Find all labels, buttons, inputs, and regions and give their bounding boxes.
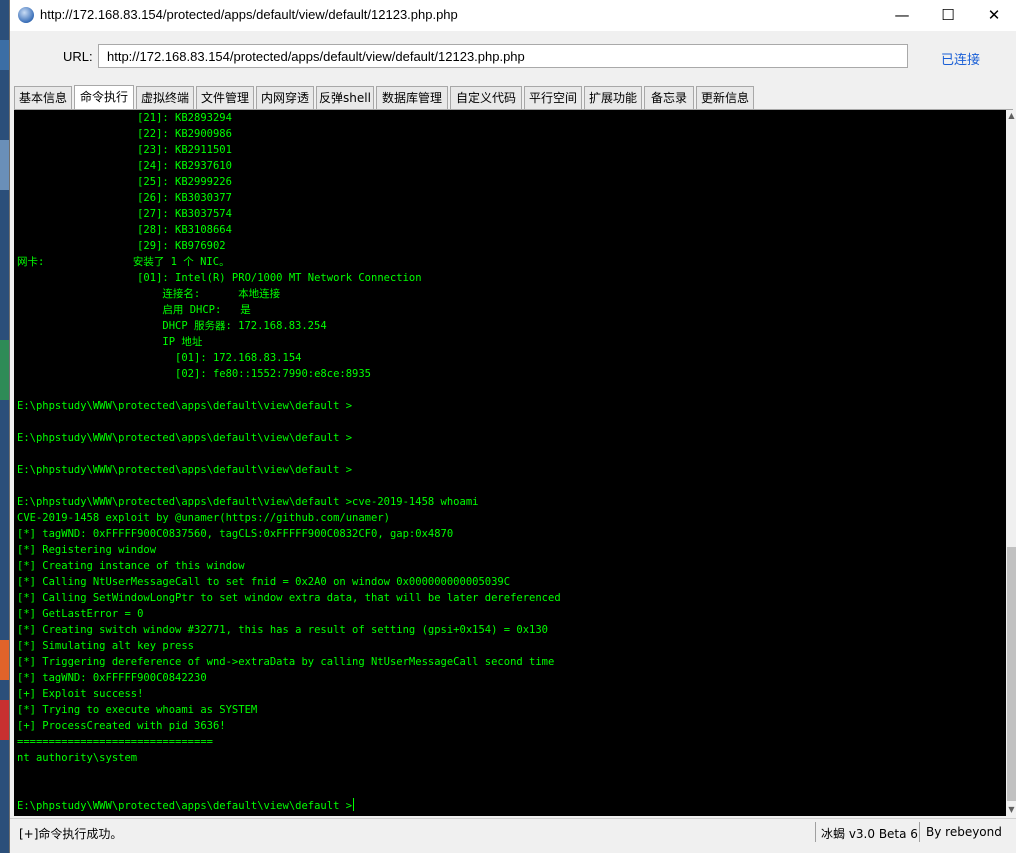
- url-label: URL:: [63, 49, 93, 64]
- terminal-line: [*] GetLastError = 0: [17, 608, 144, 620]
- terminal-line: [02]: fe80::1552:7990:e8ce:8935: [17, 368, 372, 380]
- terminal-line: [29]: KB976902: [17, 240, 226, 252]
- url-bar: URL: 已连接: [10, 31, 1016, 84]
- terminal-line: [*] Simulating alt key press: [17, 640, 195, 652]
- terminal-line: [21]: KB2893294: [17, 112, 232, 124]
- status-bar: [+]命令执行成功。 冰蝎 v3.0 Beta 6 By rebeyond: [10, 818, 1016, 846]
- terminal-line: [+] Exploit success!: [17, 688, 144, 700]
- minimize-button[interactable]: —: [879, 0, 925, 31]
- scrollbar-thumb[interactable]: [1007, 547, 1016, 801]
- status-divider: [815, 822, 816, 842]
- terminal-line: [*] Registering window: [17, 544, 157, 556]
- terminal-line: E:\phpstudy\WWW\protected\apps\default\v…: [17, 400, 353, 412]
- scroll-down-arrow-icon[interactable]: ▼: [1006, 804, 1016, 816]
- terminal-line: CVE-2019-1458 exploit by @unamer(https:/…: [17, 512, 390, 524]
- tab-5[interactable]: 内网穿透: [256, 86, 314, 109]
- tab-11[interactable]: 备忘录: [644, 86, 694, 109]
- window-title: http://172.168.83.154/protected/apps/def…: [40, 7, 458, 22]
- tab-10[interactable]: 扩展功能: [584, 86, 642, 109]
- tab-4[interactable]: 文件管理: [196, 86, 254, 109]
- terminal-line: [01]: Intel(R) PRO/1000 MT Network Conne…: [17, 272, 422, 284]
- status-message: [+]命令执行成功。: [19, 827, 123, 841]
- status-divider: [919, 822, 920, 842]
- terminal-output: [21]: KB2893294 [22]: KB2900986 [23]: KB…: [17, 110, 1002, 814]
- app-window: http://172.168.83.154/protected/apps/def…: [9, 0, 1016, 853]
- terminal-line: [24]: KB2937610: [17, 160, 232, 172]
- terminal-line: [01]: 172.168.83.154: [17, 352, 302, 364]
- terminal-line: [22]: KB2900986: [17, 128, 232, 140]
- connection-status: 已连接: [941, 53, 981, 68]
- tab-3[interactable]: 虚拟终端: [136, 86, 194, 109]
- terminal-line: 连接名: 本地连接: [17, 288, 281, 300]
- terminal-line: [*] tagWND: 0xFFFFF900C0837560, tagCLS:0…: [17, 528, 454, 540]
- tab-7[interactable]: 数据库管理: [376, 86, 448, 109]
- terminal-line: [*] Calling SetWindowLongPtr to set wind…: [17, 592, 561, 604]
- terminal-line: 启用 DHCP: 是: [17, 304, 251, 316]
- terminal-line: [*] Creating instance of this window: [17, 560, 245, 572]
- terminal-line: [25]: KB2999226: [17, 176, 232, 188]
- tab-12[interactable]: 更新信息: [696, 86, 754, 109]
- text-cursor: [353, 798, 355, 811]
- author-label: By rebeyond: [926, 825, 1002, 839]
- window-bottom-edge: [10, 845, 1016, 853]
- tab-9[interactable]: 平行空间: [524, 86, 582, 109]
- terminal-line: 网卡: 安装了 1 个 NIC。: [17, 256, 230, 268]
- terminal-line: [28]: KB3108664: [17, 224, 232, 236]
- tab-2[interactable]: 命令执行: [74, 85, 134, 110]
- tab-6[interactable]: 反弹shell: [316, 86, 374, 109]
- terminal-line: E:\phpstudy\WWW\protected\apps\default\v…: [17, 496, 479, 508]
- terminal-line: E:\phpstudy\WWW\protected\apps\default\v…: [17, 798, 355, 812]
- globe-icon: [18, 7, 34, 23]
- close-button[interactable]: ✕: [971, 0, 1016, 31]
- terminal-line: ===============================: [17, 736, 213, 748]
- terminal-line: E:\phpstudy\WWW\protected\apps\default\v…: [17, 464, 353, 476]
- terminal-line: [*] Creating switch window #32771, this …: [17, 624, 549, 636]
- terminal-line: [23]: KB2911501: [17, 144, 232, 156]
- version-label: 冰蝎 v3.0 Beta 6: [821, 827, 918, 841]
- terminal-line: [+] ProcessCreated with pid 3636!: [17, 720, 226, 732]
- terminal-line: IP 地址: [17, 336, 203, 348]
- terminal-line: E:\phpstudy\WWW\protected\apps\default\v…: [17, 432, 353, 444]
- terminal-line: [*] Calling NtUserMessageCall to set fni…: [17, 576, 511, 588]
- console-scrollbar[interactable]: ▲ ▼: [1006, 110, 1016, 816]
- url-input[interactable]: [98, 44, 908, 68]
- terminal-line: [26]: KB3030377: [17, 192, 232, 204]
- desktop-background: [0, 0, 9, 853]
- terminal-line: [27]: KB3037574: [17, 208, 232, 220]
- terminal-line: [*] Trying to execute whoami as SYSTEM: [17, 704, 258, 716]
- scroll-up-arrow-icon[interactable]: ▲: [1006, 110, 1016, 122]
- terminal-line: [*] Triggering dereference of wnd->extra…: [17, 656, 555, 668]
- tab-8[interactable]: 自定义代码: [450, 86, 522, 109]
- command-console[interactable]: [21]: KB2893294 [22]: KB2900986 [23]: KB…: [14, 110, 1006, 816]
- title-bar: http://172.168.83.154/protected/apps/def…: [10, 0, 1016, 31]
- terminal-line: DHCP 服务器: 172.168.83.254: [17, 320, 327, 332]
- maximize-button[interactable]: ☐: [925, 0, 971, 31]
- tab-1[interactable]: 基本信息: [14, 86, 72, 109]
- terminal-line: [*] tagWND: 0xFFFFF900C0842230: [17, 672, 207, 684]
- terminal-line: nt authority\system: [17, 752, 138, 764]
